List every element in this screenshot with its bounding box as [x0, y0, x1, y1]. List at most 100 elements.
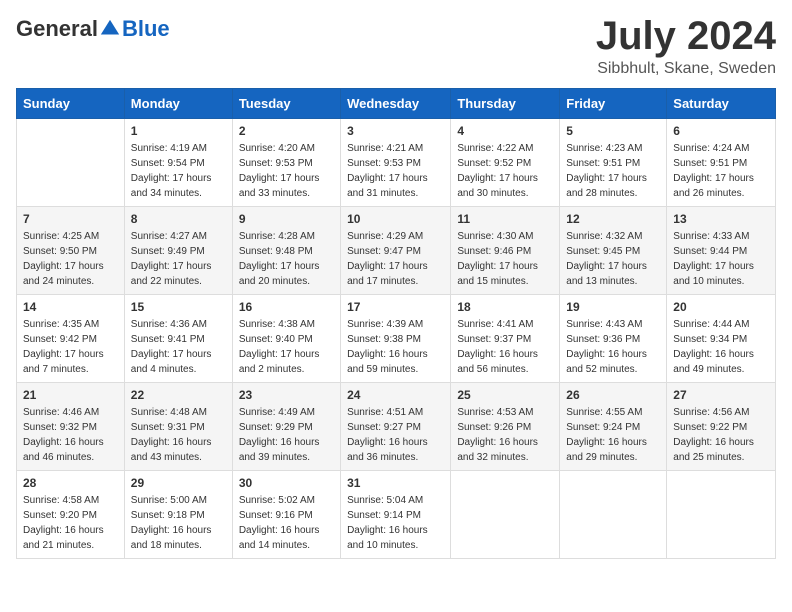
day-info: Sunrise: 4:19 AM Sunset: 9:54 PM Dayligh… — [131, 141, 226, 201]
sunset-text: Sunset: 9:14 PM — [347, 510, 421, 521]
sunrise-text: Sunrise: 5:04 AM — [347, 495, 423, 506]
sunrise-text: Sunrise: 4:20 AM — [239, 143, 315, 154]
sunrise-text: Sunrise: 4:51 AM — [347, 407, 423, 418]
day-number: 3 — [347, 124, 444, 138]
sunset-text: Sunset: 9:40 PM — [239, 334, 313, 345]
sunset-text: Sunset: 9:31 PM — [131, 422, 205, 433]
sunset-text: Sunset: 9:26 PM — [457, 422, 531, 433]
sunset-text: Sunset: 9:27 PM — [347, 422, 421, 433]
daylight-text: Daylight: 16 hours and 52 minutes. — [566, 349, 647, 375]
day-info: Sunrise: 4:20 AM Sunset: 9:53 PM Dayligh… — [239, 141, 334, 201]
daylight-text: Daylight: 17 hours and 13 minutes. — [566, 261, 647, 287]
calendar-header-thursday: Thursday — [451, 89, 560, 119]
calendar-cell: 9 Sunrise: 4:28 AM Sunset: 9:48 PM Dayli… — [232, 207, 340, 295]
calendar-cell: 27 Sunrise: 4:56 AM Sunset: 9:22 PM Dayl… — [667, 383, 776, 471]
calendar-cell: 12 Sunrise: 4:32 AM Sunset: 9:45 PM Dayl… — [560, 207, 667, 295]
day-info: Sunrise: 4:35 AM Sunset: 9:42 PM Dayligh… — [23, 317, 118, 377]
sunset-text: Sunset: 9:49 PM — [131, 246, 205, 257]
daylight-text: Daylight: 16 hours and 32 minutes. — [457, 437, 538, 463]
daylight-text: Daylight: 16 hours and 18 minutes. — [131, 525, 212, 551]
calendar-cell — [17, 119, 125, 207]
daylight-text: Daylight: 16 hours and 39 minutes. — [239, 437, 320, 463]
calendar-cell: 13 Sunrise: 4:33 AM Sunset: 9:44 PM Dayl… — [667, 207, 776, 295]
day-number: 10 — [347, 212, 444, 226]
day-number: 31 — [347, 476, 444, 490]
day-number: 4 — [457, 124, 553, 138]
sunset-text: Sunset: 9:20 PM — [23, 510, 97, 521]
logo-icon — [99, 18, 121, 40]
sunrise-text: Sunrise: 4:36 AM — [131, 319, 207, 330]
sunset-text: Sunset: 9:24 PM — [566, 422, 640, 433]
daylight-text: Daylight: 17 hours and 22 minutes. — [131, 261, 212, 287]
daylight-text: Daylight: 16 hours and 21 minutes. — [23, 525, 104, 551]
sunset-text: Sunset: 9:52 PM — [457, 158, 531, 169]
calendar-cell: 4 Sunrise: 4:22 AM Sunset: 9:52 PM Dayli… — [451, 119, 560, 207]
day-info: Sunrise: 4:53 AM Sunset: 9:26 PM Dayligh… — [457, 405, 553, 465]
daylight-text: Daylight: 16 hours and 25 minutes. — [673, 437, 754, 463]
calendar-cell: 24 Sunrise: 4:51 AM Sunset: 9:27 PM Dayl… — [341, 383, 451, 471]
day-info: Sunrise: 4:25 AM Sunset: 9:50 PM Dayligh… — [23, 229, 118, 289]
calendar-header-monday: Monday — [124, 89, 232, 119]
calendar-cell: 29 Sunrise: 5:00 AM Sunset: 9:18 PM Dayl… — [124, 471, 232, 559]
calendar-week-row: 14 Sunrise: 4:35 AM Sunset: 9:42 PM Dayl… — [17, 295, 776, 383]
sunset-text: Sunset: 9:53 PM — [347, 158, 421, 169]
calendar-table: SundayMondayTuesdayWednesdayThursdayFrid… — [16, 88, 776, 559]
logo-general-text: General — [16, 16, 98, 42]
sunrise-text: Sunrise: 4:21 AM — [347, 143, 423, 154]
sunset-text: Sunset: 9:36 PM — [566, 334, 640, 345]
calendar-cell: 18 Sunrise: 4:41 AM Sunset: 9:37 PM Dayl… — [451, 295, 560, 383]
calendar-header-friday: Friday — [560, 89, 667, 119]
day-number: 16 — [239, 300, 334, 314]
sunrise-text: Sunrise: 4:44 AM — [673, 319, 749, 330]
daylight-text: Daylight: 16 hours and 10 minutes. — [347, 525, 428, 551]
calendar-cell: 30 Sunrise: 5:02 AM Sunset: 9:16 PM Dayl… — [232, 471, 340, 559]
sunset-text: Sunset: 9:48 PM — [239, 246, 313, 257]
sunset-text: Sunset: 9:22 PM — [673, 422, 747, 433]
day-number: 20 — [673, 300, 769, 314]
day-number: 29 — [131, 476, 226, 490]
calendar-cell: 1 Sunrise: 4:19 AM Sunset: 9:54 PM Dayli… — [124, 119, 232, 207]
sunrise-text: Sunrise: 4:30 AM — [457, 231, 533, 242]
sunset-text: Sunset: 9:54 PM — [131, 158, 205, 169]
daylight-text: Daylight: 16 hours and 56 minutes. — [457, 349, 538, 375]
daylight-text: Daylight: 17 hours and 17 minutes. — [347, 261, 428, 287]
daylight-text: Daylight: 17 hours and 26 minutes. — [673, 173, 754, 199]
daylight-text: Daylight: 17 hours and 30 minutes. — [457, 173, 538, 199]
calendar-cell: 23 Sunrise: 4:49 AM Sunset: 9:29 PM Dayl… — [232, 383, 340, 471]
calendar-cell: 3 Sunrise: 4:21 AM Sunset: 9:53 PM Dayli… — [341, 119, 451, 207]
day-info: Sunrise: 4:28 AM Sunset: 9:48 PM Dayligh… — [239, 229, 334, 289]
sunrise-text: Sunrise: 4:53 AM — [457, 407, 533, 418]
daylight-text: Daylight: 17 hours and 34 minutes. — [131, 173, 212, 199]
day-info: Sunrise: 4:46 AM Sunset: 9:32 PM Dayligh… — [23, 405, 118, 465]
sunrise-text: Sunrise: 4:32 AM — [566, 231, 642, 242]
calendar-cell: 25 Sunrise: 4:53 AM Sunset: 9:26 PM Dayl… — [451, 383, 560, 471]
daylight-text: Daylight: 17 hours and 2 minutes. — [239, 349, 320, 375]
calendar-cell: 15 Sunrise: 4:36 AM Sunset: 9:41 PM Dayl… — [124, 295, 232, 383]
sunrise-text: Sunrise: 4:58 AM — [23, 495, 99, 506]
day-number: 28 — [23, 476, 118, 490]
sunset-text: Sunset: 9:50 PM — [23, 246, 97, 257]
day-number: 1 — [131, 124, 226, 138]
calendar-cell: 14 Sunrise: 4:35 AM Sunset: 9:42 PM Dayl… — [17, 295, 125, 383]
daylight-text: Daylight: 17 hours and 24 minutes. — [23, 261, 104, 287]
calendar-cell: 26 Sunrise: 4:55 AM Sunset: 9:24 PM Dayl… — [560, 383, 667, 471]
day-info: Sunrise: 4:58 AM Sunset: 9:20 PM Dayligh… — [23, 493, 118, 553]
day-info: Sunrise: 5:00 AM Sunset: 9:18 PM Dayligh… — [131, 493, 226, 553]
sunrise-text: Sunrise: 4:35 AM — [23, 319, 99, 330]
daylight-text: Daylight: 17 hours and 4 minutes. — [131, 349, 212, 375]
calendar-header-sunday: Sunday — [17, 89, 125, 119]
sunrise-text: Sunrise: 5:00 AM — [131, 495, 207, 506]
day-number: 18 — [457, 300, 553, 314]
day-info: Sunrise: 4:43 AM Sunset: 9:36 PM Dayligh… — [566, 317, 660, 377]
sunrise-text: Sunrise: 4:22 AM — [457, 143, 533, 154]
day-number: 7 — [23, 212, 118, 226]
daylight-text: Daylight: 16 hours and 46 minutes. — [23, 437, 104, 463]
calendar-cell: 17 Sunrise: 4:39 AM Sunset: 9:38 PM Dayl… — [341, 295, 451, 383]
day-number: 6 — [673, 124, 769, 138]
day-info: Sunrise: 4:22 AM Sunset: 9:52 PM Dayligh… — [457, 141, 553, 201]
day-number: 12 — [566, 212, 660, 226]
calendar-week-row: 7 Sunrise: 4:25 AM Sunset: 9:50 PM Dayli… — [17, 207, 776, 295]
day-number: 27 — [673, 388, 769, 402]
calendar-cell: 11 Sunrise: 4:30 AM Sunset: 9:46 PM Dayl… — [451, 207, 560, 295]
calendar-cell: 21 Sunrise: 4:46 AM Sunset: 9:32 PM Dayl… — [17, 383, 125, 471]
